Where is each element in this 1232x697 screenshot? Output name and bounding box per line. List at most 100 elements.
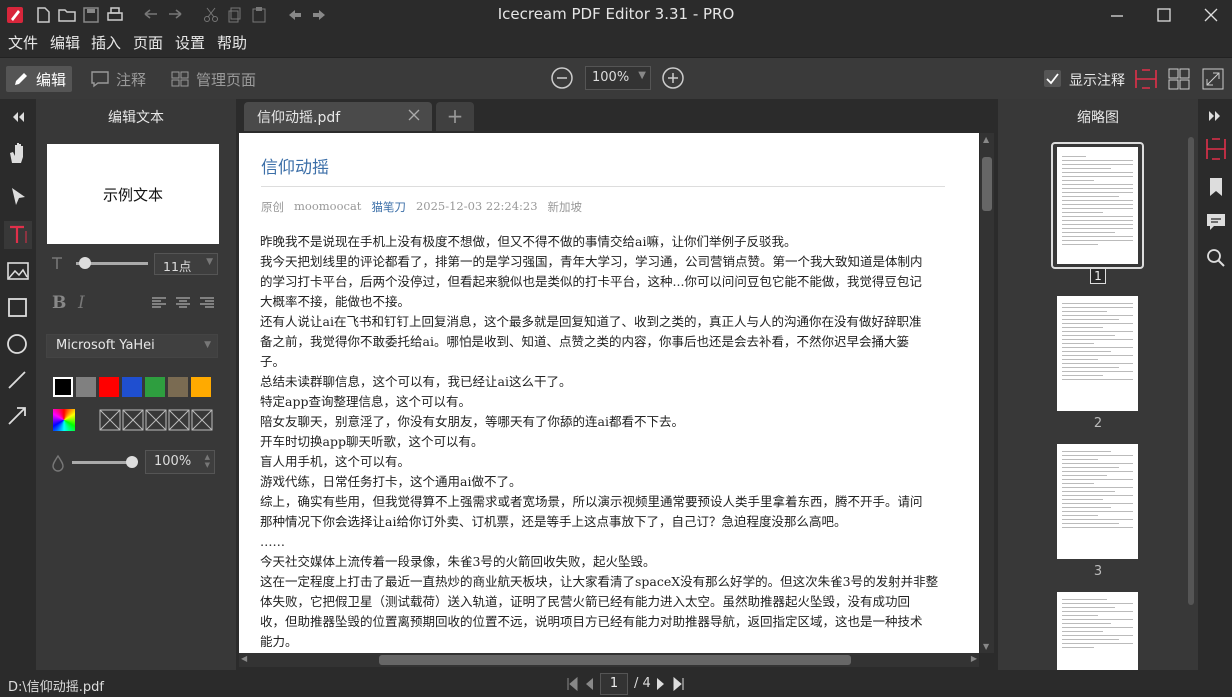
forward-arrow-icon[interactable] — [310, 6, 328, 24]
next-page-icon[interactable] — [656, 677, 666, 691]
color-swatch-orange[interactable] — [191, 377, 211, 397]
zoom-in-icon[interactable] — [661, 66, 685, 90]
text-preview: 示例文本 — [47, 144, 219, 244]
minimize-icon[interactable] — [1108, 6, 1126, 24]
body-line: 特定app查询整理信息，这个可以有。 — [260, 394, 471, 409]
chevron-down-icon: ▼ — [638, 70, 646, 81]
menu-page[interactable]: 页面 — [133, 32, 163, 53]
select-arrow-icon[interactable] — [4, 183, 32, 211]
empty-color-slot[interactable] — [191, 409, 213, 431]
search-icon[interactable] — [1204, 246, 1228, 270]
show-annotations-checkbox[interactable] — [1044, 70, 1061, 87]
line-tool-icon[interactable] — [4, 365, 32, 393]
horizontal-scroll-thumb[interactable] — [379, 655, 851, 665]
page-thumbnail-1[interactable] — [1057, 147, 1138, 264]
first-page-icon[interactable] — [566, 677, 578, 691]
zoom-select[interactable]: 100% ▼ — [585, 66, 651, 90]
align-center-icon[interactable] — [175, 296, 191, 310]
scroll-down-icon[interactable]: ▼ — [983, 642, 989, 651]
bookmark-icon[interactable] — [1204, 175, 1228, 199]
zoom-out-icon[interactable] — [550, 66, 574, 90]
font-family-select[interactable]: Microsoft YaHei ▼ — [46, 334, 218, 358]
spinner-arrows-icon[interactable]: ▲ ▼ — [205, 453, 210, 469]
scroll-left-icon[interactable]: ◀ — [241, 654, 247, 663]
copy-icon[interactable] — [226, 6, 244, 24]
annotate-mode-button[interactable]: 注释 — [84, 66, 152, 92]
image-tool-icon[interactable] — [4, 257, 32, 285]
page-thumbnail-3[interactable] — [1057, 444, 1138, 559]
prev-page-icon[interactable] — [584, 677, 594, 691]
opacity-slider-track[interactable] — [72, 461, 132, 464]
color-picker-icon[interactable] — [53, 409, 75, 431]
collapse-panel-icon[interactable] — [4, 103, 32, 131]
manage-pages-label: 管理页面 — [196, 70, 257, 89]
redo-icon[interactable] — [166, 6, 184, 24]
arrow-tool-icon[interactable] — [4, 401, 32, 429]
opacity-spinner[interactable]: 100% ▲ ▼ — [145, 450, 215, 474]
thumbnails-view-icon[interactable] — [1204, 137, 1228, 161]
fullscreen-icon[interactable] — [1201, 67, 1225, 91]
opacity-slider-thumb[interactable] — [126, 456, 138, 468]
thumbnail-text-lines — [1057, 444, 1138, 528]
align-left-icon[interactable] — [151, 296, 167, 310]
menu-edit[interactable]: 编辑 — [50, 32, 80, 53]
empty-color-slot[interactable] — [168, 409, 190, 431]
two-page-view-icon[interactable] — [1134, 67, 1158, 91]
page-number-label-2: 2 — [1093, 416, 1103, 431]
panel-title: 编辑文本 — [108, 110, 164, 126]
color-swatch-red[interactable] — [99, 377, 119, 397]
empty-color-slot[interactable] — [145, 409, 167, 431]
text-tool-icon[interactable] — [4, 221, 32, 249]
font-size-slider-thumb[interactable] — [79, 257, 91, 269]
new-file-icon[interactable] — [34, 6, 52, 24]
vertical-scroll-thumb[interactable] — [982, 157, 992, 211]
edit-mode-button[interactable]: 编辑 — [6, 66, 73, 92]
document-title: 信仰动摇 — [261, 158, 329, 178]
scroll-up-icon[interactable]: ▲ — [983, 135, 989, 144]
hand-tool-icon[interactable] — [4, 139, 32, 167]
scroll-right-icon[interactable]: ▶ — [971, 654, 977, 663]
menu-settings[interactable]: 设置 — [175, 32, 205, 53]
color-swatch-black[interactable] — [53, 377, 73, 397]
grid-view-icon[interactable] — [1167, 67, 1191, 91]
meta-author[interactable]: 猫笔刀 — [371, 199, 406, 215]
color-swatch-green[interactable] — [145, 377, 165, 397]
font-size-select[interactable]: 11点 ▼ — [154, 253, 218, 275]
thumbnail-scrollbar[interactable] — [1188, 137, 1194, 605]
horizontal-scrollbar[interactable]: ◀ ▶ — [239, 653, 979, 667]
paste-icon[interactable] — [250, 6, 268, 24]
manage-pages-button[interactable]: 管理页面 — [164, 66, 262, 92]
close-icon[interactable] — [1202, 6, 1220, 24]
menu-help[interactable]: 帮助 — [217, 32, 247, 53]
color-swatch-gray[interactable] — [76, 377, 96, 397]
pdf-page[interactable]: 信仰动摇 原创 moomoocat 猫笔刀 2025-12-03 22:24:2… — [239, 133, 979, 653]
rectangle-tool-icon[interactable] — [4, 293, 32, 321]
menu-file[interactable]: 文件 — [8, 32, 38, 53]
color-swatch-blue[interactable] — [122, 377, 142, 397]
color-swatch-brown[interactable] — [168, 377, 188, 397]
vertical-scrollbar[interactable]: ▲ ▼ — [980, 133, 994, 653]
page-number-input[interactable]: 1 — [600, 673, 628, 695]
document-tab[interactable]: 信仰动摇.pdf — [244, 102, 432, 131]
empty-color-slot[interactable] — [122, 409, 144, 431]
print-icon[interactable] — [106, 6, 124, 24]
menu-insert[interactable]: 插入 — [91, 32, 121, 53]
new-tab-button[interactable]: + — [436, 102, 474, 131]
page-thumbnail-2[interactable] — [1057, 296, 1138, 411]
comments-icon[interactable] — [1204, 210, 1228, 234]
page-thumbnail-4[interactable] — [1057, 592, 1138, 670]
last-page-icon[interactable] — [673, 677, 685, 691]
align-right-icon[interactable] — [199, 296, 215, 310]
undo-icon[interactable] — [142, 6, 160, 24]
ellipse-tool-icon[interactable] — [4, 329, 32, 357]
open-folder-icon[interactable] — [58, 6, 76, 24]
maximize-icon[interactable] — [1155, 6, 1173, 24]
expand-panel-icon[interactable] — [1204, 104, 1228, 128]
back-arrow-icon[interactable] — [286, 6, 304, 24]
empty-color-slot[interactable] — [99, 409, 121, 431]
bold-button[interactable]: B — [52, 293, 66, 313]
close-tab-icon[interactable] — [408, 109, 420, 121]
italic-button[interactable]: I — [78, 293, 85, 313]
save-icon[interactable] — [82, 6, 100, 24]
cut-icon[interactable] — [202, 6, 220, 24]
